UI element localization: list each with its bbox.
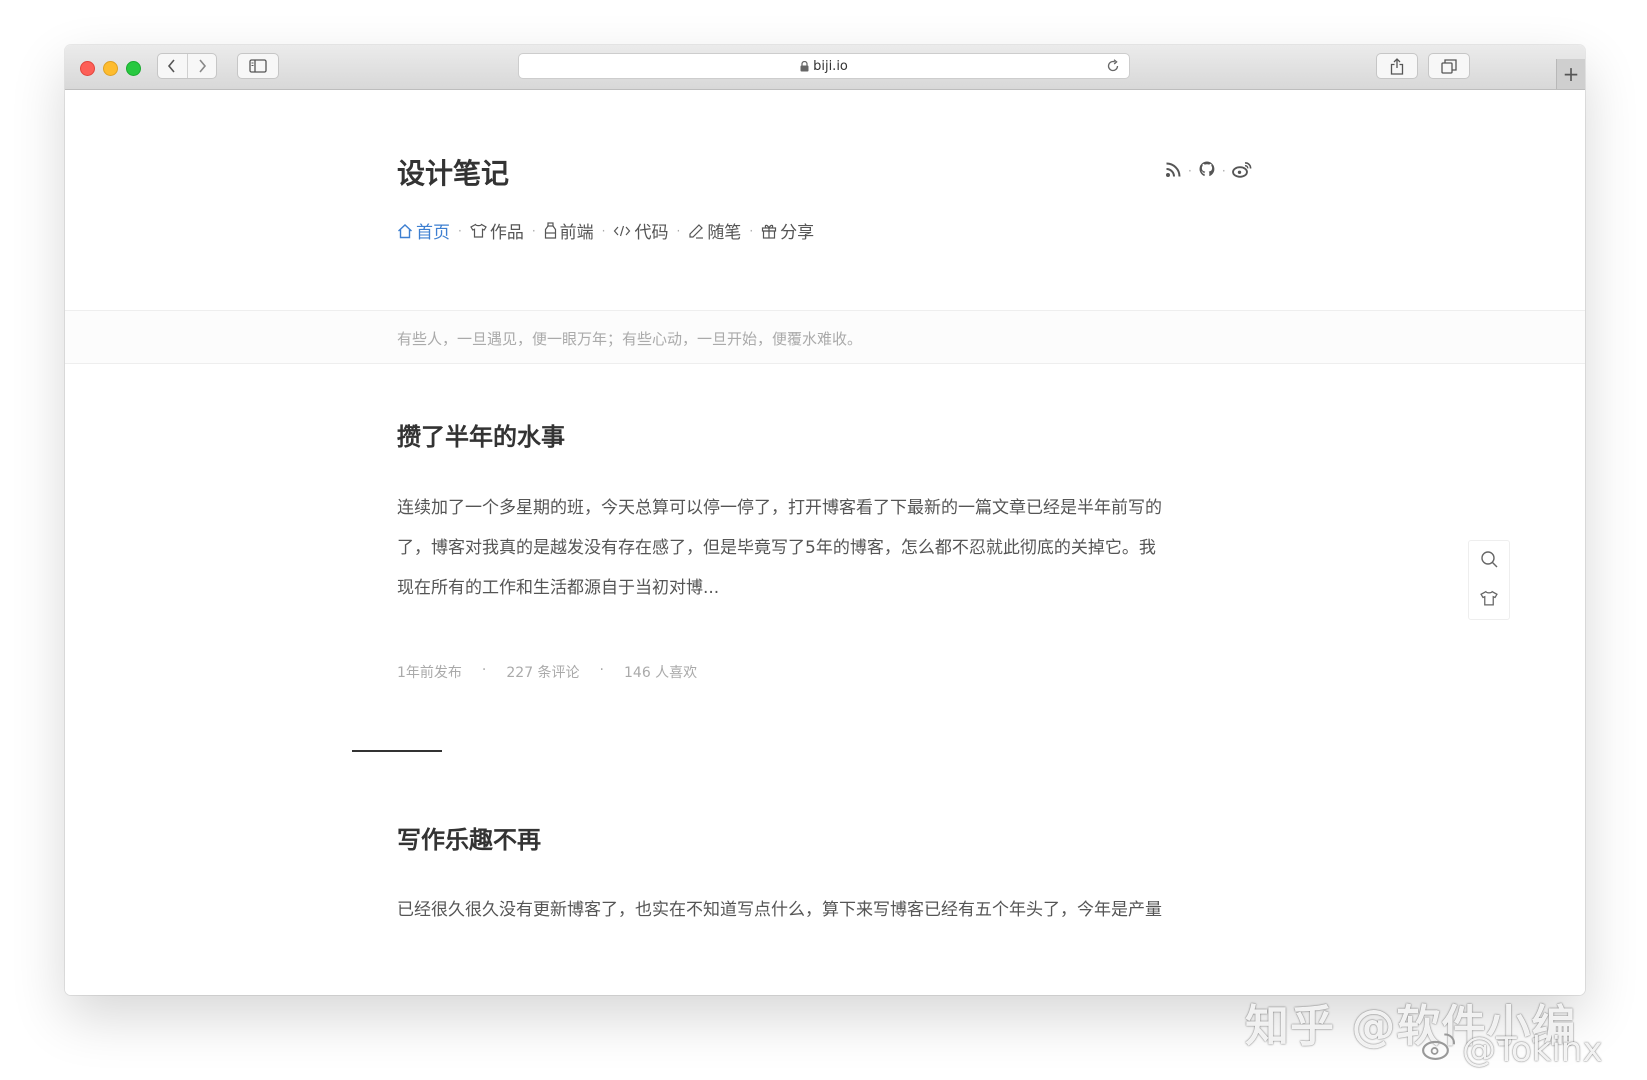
excerpt-line: 了，博客对我真的是越发没有存在感了，但是毕竟写了5年的博客，怎么都不忍就此彻底的… — [397, 538, 1156, 558]
excerpt-line: 连续加了一个多星期的班，今天总算可以停一停了，打开博客看了下最新的一篇文章已经是… — [397, 498, 1162, 518]
page-content: 设计笔记 · · 首页 · 作品 · 前端 · 代码 · 随笔 · 分享 有些人… — [65, 90, 1585, 995]
nav-label: 前端 — [559, 223, 594, 243]
lock-icon — [800, 60, 809, 72]
tabs-overview-button[interactable] — [1428, 53, 1470, 79]
share-button[interactable] — [1376, 53, 1418, 79]
sidebar-icon — [249, 59, 267, 73]
excerpt-line: 现在所有的工作和生活都源自于当初对博... — [397, 578, 720, 598]
social-links: · · — [1165, 160, 1252, 182]
shirt-icon — [469, 223, 487, 238]
close-window-button[interactable] — [80, 61, 95, 76]
site-quote: 有些人，一旦遇见，便一眼万年；有些心动，一旦开始，便覆水难收。 — [397, 330, 863, 348]
tabs-icon — [1441, 58, 1457, 74]
history-nav — [157, 53, 217, 79]
bottle-icon — [544, 222, 556, 239]
nav-label: 随笔 — [707, 223, 742, 243]
nav-item-share[interactable]: 分享 — [761, 218, 814, 243]
nav-label: 代码 — [634, 223, 669, 243]
gift-icon — [762, 224, 777, 239]
post-likes[interactable]: 146 人喜欢 — [624, 662, 697, 682]
nav-item-works[interactable]: 作品 — [469, 218, 524, 243]
nav-separator: · — [601, 223, 606, 238]
back-button[interactable] — [158, 54, 188, 78]
share-icon — [1390, 57, 1404, 75]
post-comments[interactable]: 227 条评论 — [506, 662, 579, 682]
nav-separator: · — [458, 223, 462, 238]
address-bar[interactable]: biji.io — [518, 53, 1130, 79]
browser-toolbar: biji.io + — [65, 45, 1585, 90]
home-icon — [398, 223, 412, 238]
post-divider — [352, 750, 442, 752]
nav-label: 分享 — [780, 223, 815, 243]
nav-label: 首页 — [416, 223, 450, 243]
minimize-window-button[interactable] — [103, 61, 118, 76]
nav-item-code[interactable]: 代码 — [613, 218, 668, 243]
meta-separator: · — [599, 662, 604, 678]
weibo-icon — [1420, 1030, 1458, 1070]
reload-icon[interactable] — [1106, 59, 1120, 77]
zoom-window-button[interactable] — [126, 61, 141, 76]
nav-label: 作品 — [489, 223, 524, 243]
weibo-icon[interactable] — [1231, 161, 1252, 182]
floating-toolbar — [1468, 540, 1510, 620]
post-title[interactable]: 攒了半年的水事 — [397, 417, 565, 452]
browser-window: biji.io + 设计笔记 · · 首页 · 作品 · 前端 · 代码 · 随… — [65, 45, 1585, 995]
rss-icon[interactable] — [1165, 161, 1182, 182]
site-title[interactable]: 设计笔记 — [397, 152, 509, 192]
github-icon[interactable] — [1198, 160, 1216, 182]
pen-icon — [689, 223, 704, 239]
nav-separator: · — [531, 223, 536, 238]
watermark-handle: @Tokinx — [1462, 1030, 1603, 1070]
nav-item-home[interactable]: 首页 — [397, 218, 450, 243]
nav-separator: · — [749, 223, 754, 238]
chevron-right-icon — [199, 59, 206, 73]
watermark-weibo: @Tokinx — [1420, 1030, 1603, 1070]
social-separator: · — [1221, 164, 1226, 178]
meta-separator: · — [481, 662, 487, 678]
new-tab-button[interactable]: + — [1556, 59, 1585, 89]
url-text: biji.io — [813, 58, 848, 74]
post-excerpt: 连续加了一个多星期的班，今天总算可以停一停了，打开博客看了下最新的一篇文章已经是… — [397, 488, 1217, 608]
post-published: 1年前发布 — [397, 665, 462, 681]
main-nav: 首页 · 作品 · 前端 · 代码 · 随笔 · 分享 — [397, 218, 814, 243]
chevron-left-icon — [168, 59, 175, 73]
code-icon — [614, 225, 631, 236]
post-meta: 1年前发布 · 227 条评论 · 146 人喜欢 — [397, 662, 697, 682]
nav-item-essays[interactable]: 随笔 — [688, 218, 741, 243]
sidebar-toggle-button[interactable] — [237, 53, 279, 79]
excerpt-line: 已经很久很久没有更新博客了，也实在不知道写点什么，算下来写博客已经有五个年头了，… — [397, 900, 1162, 920]
nav-separator: · — [676, 223, 681, 238]
social-separator: · — [1188, 164, 1192, 178]
shirt-icon[interactable] — [1480, 590, 1498, 610]
quote-banner: 有些人，一旦遇见，便一眼万年；有些心动，一旦开始，便覆水难收。 — [65, 310, 1585, 364]
nav-item-frontend[interactable]: 前端 — [544, 218, 594, 243]
search-icon[interactable] — [1480, 550, 1499, 573]
post-excerpt: 已经很久很久没有更新博客了，也实在不知道写点什么，算下来写博客已经有五个年头了，… — [397, 890, 1217, 930]
forward-button[interactable] — [188, 54, 217, 78]
post-title[interactable]: 写作乐趣不再 — [397, 820, 541, 855]
